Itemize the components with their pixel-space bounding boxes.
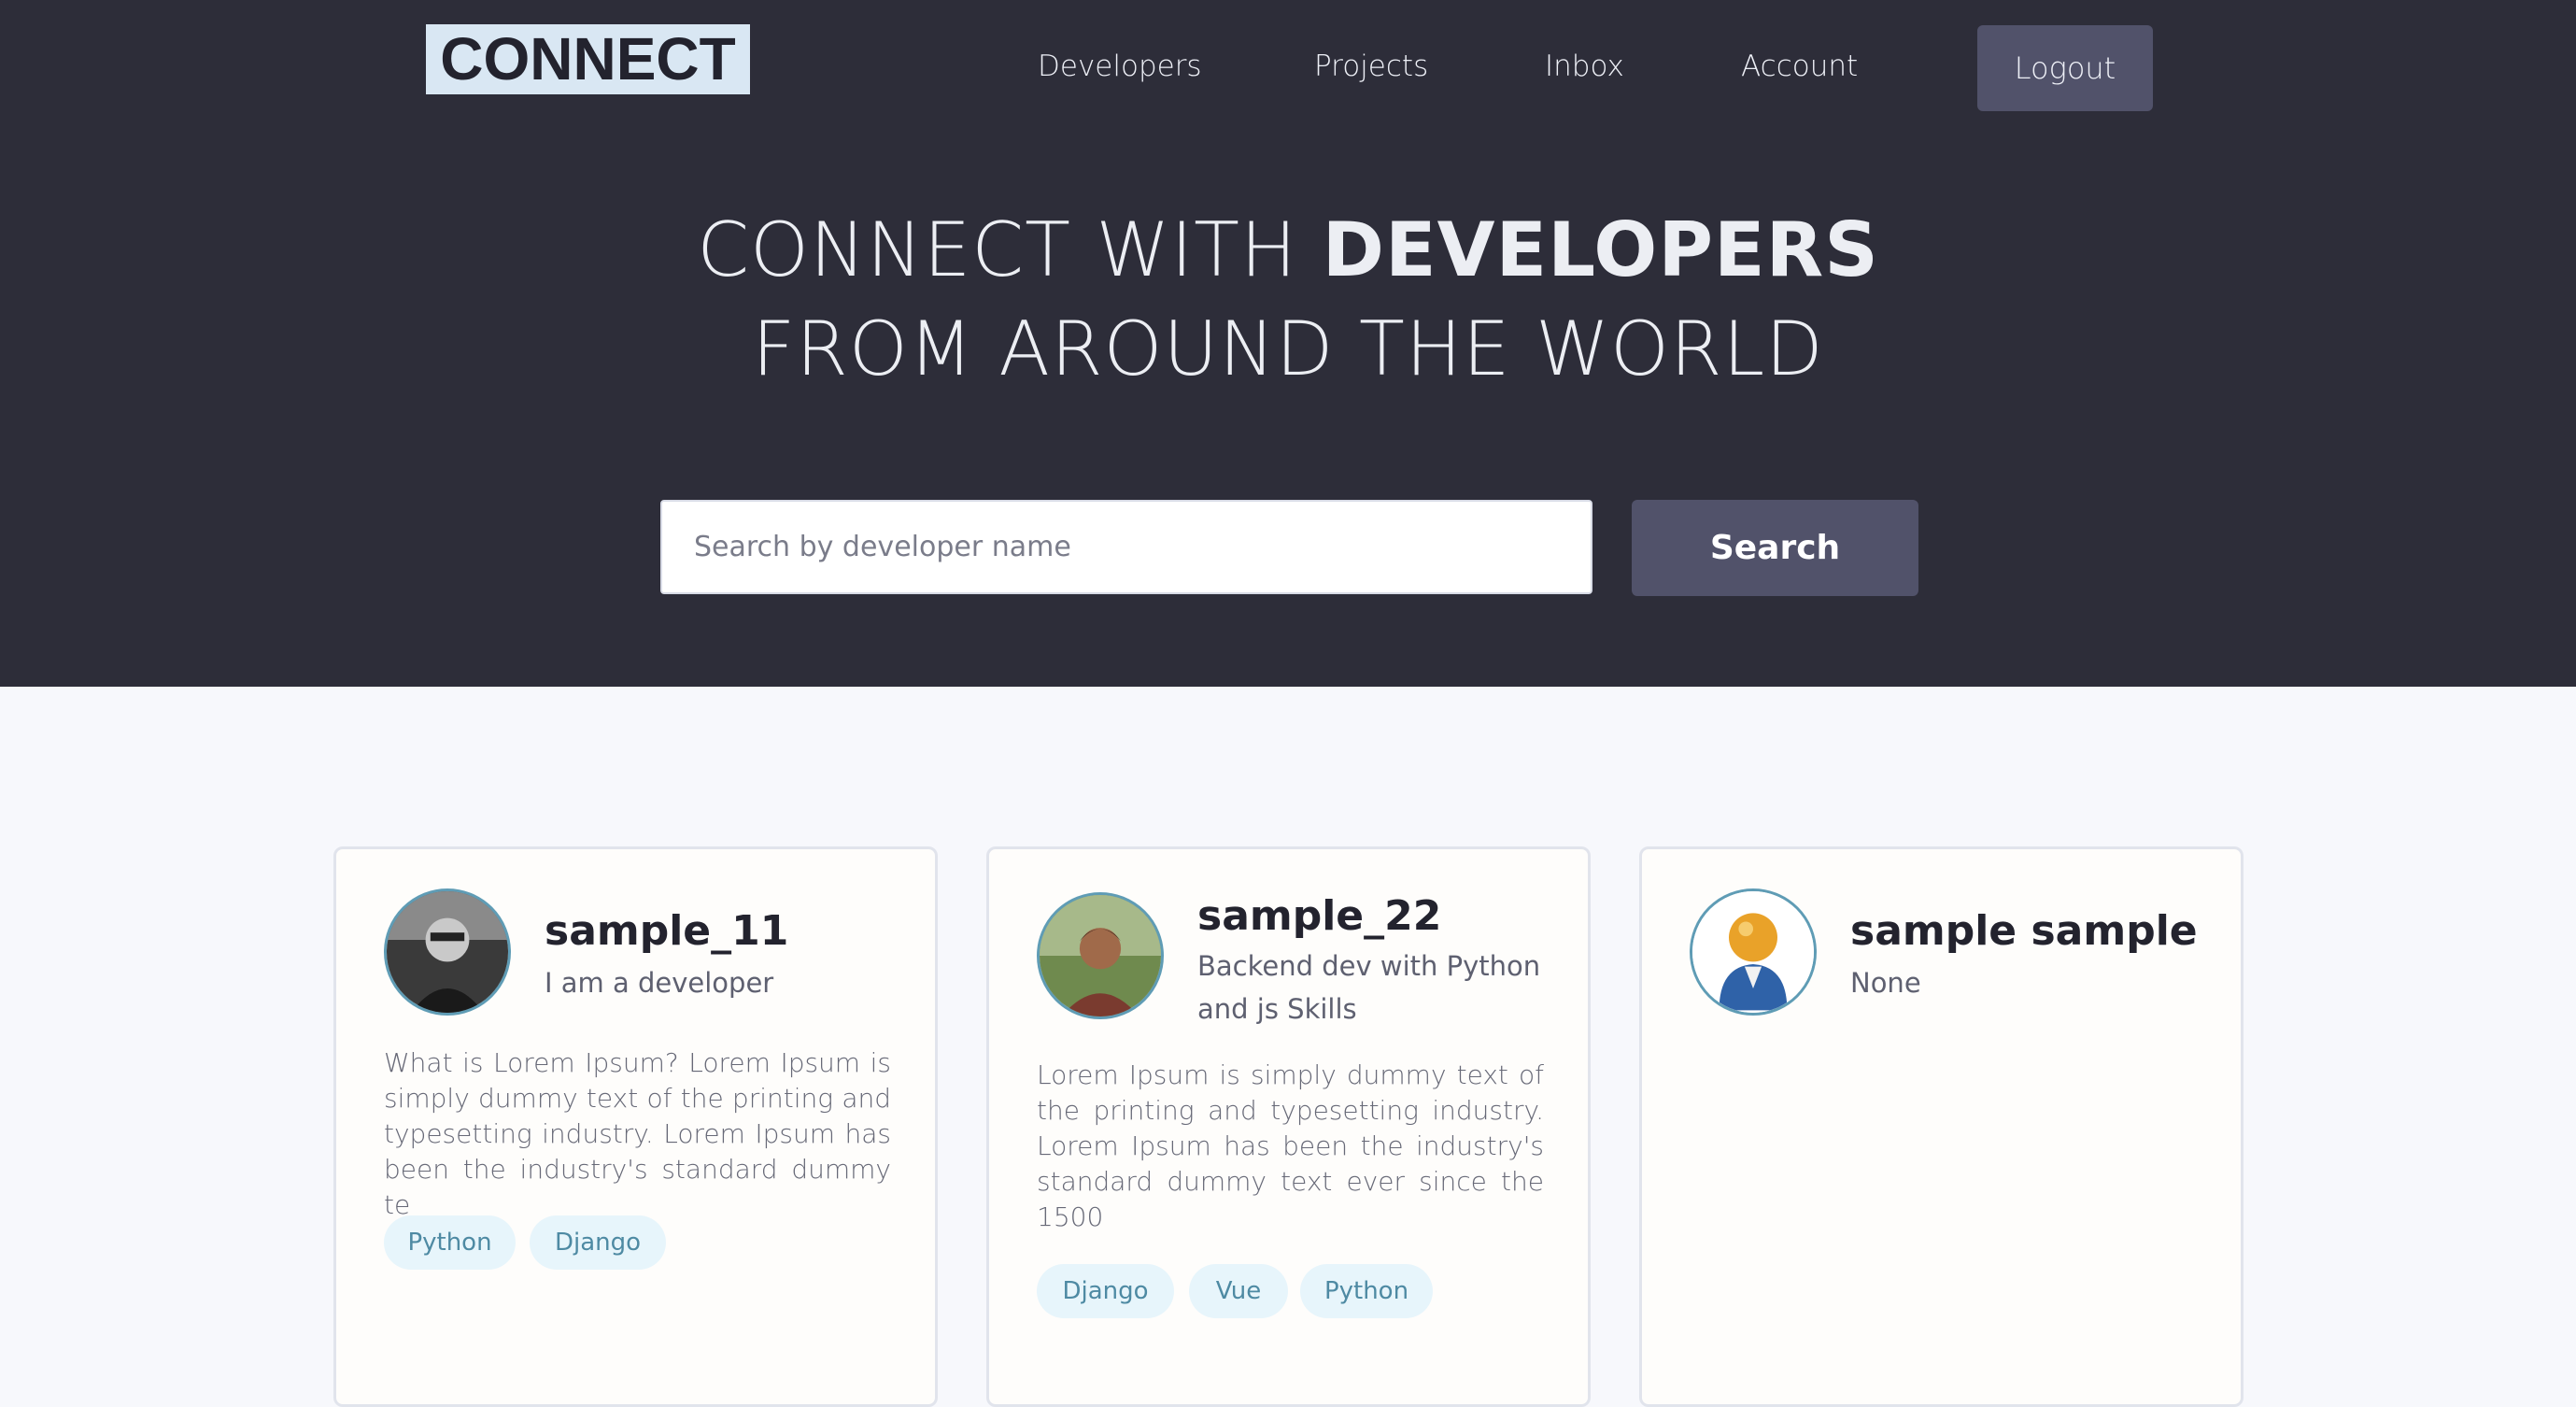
search-input[interactable] (660, 500, 1592, 594)
developer-role: I am a developer (545, 967, 774, 999)
avatar (384, 888, 511, 1016)
nav-developers[interactable]: Developers (1038, 45, 1202, 88)
skill-tag[interactable]: Django (530, 1215, 666, 1270)
avatar (1690, 888, 1817, 1016)
search-button[interactable]: Search (1632, 500, 1918, 596)
skill-tag[interactable]: Python (384, 1215, 516, 1270)
nav-projects[interactable]: Projects (1314, 45, 1428, 88)
hero-line2: FROM AROUND THE WORLD (752, 306, 1824, 392)
developer-role: Backend dev with Python and js Skills (1197, 950, 1541, 1025)
developer-bio: What is Lorem Ipsum? Lorem Ipsum is simp… (384, 1047, 891, 1220)
hero-heading: CONNECT WITH DEVELOPERS FROM AROUND THE … (0, 201, 2576, 399)
logo[interactable]: CONNECT (426, 24, 750, 94)
nav-inbox[interactable]: Inbox (1545, 45, 1624, 88)
skill-tag[interactable]: Vue (1189, 1264, 1288, 1318)
developer-name[interactable]: sample sample (1850, 907, 2198, 955)
developer-card[interactable]: sample_11 I am a developer What is Lorem… (333, 846, 938, 1407)
nav-account[interactable]: Account (1741, 45, 1858, 88)
hero-line1-pre: CONNECT WITH (697, 206, 1323, 293)
hero-line1-bold: DEVELOPERS (1322, 206, 1879, 293)
developer-bio: Lorem Ipsum is simply dummy text of the … (1037, 1059, 1544, 1232)
developer-card[interactable]: sample sample None (1639, 846, 2243, 1407)
developer-name[interactable]: sample_22 (1197, 892, 1441, 940)
logout-button[interactable]: Logout (1977, 25, 2153, 111)
developer-role: None (1850, 967, 1921, 999)
skill-tag[interactable]: Python (1300, 1264, 1433, 1318)
header-section: CONNECT Developers Projects Inbox Accoun… (0, 0, 2576, 687)
avatar (1037, 892, 1164, 1019)
developer-name[interactable]: sample_11 (545, 907, 788, 955)
skill-tag[interactable]: Django (1037, 1264, 1174, 1318)
developer-card[interactable]: sample_22 Backend dev with Python and js… (986, 846, 1591, 1407)
